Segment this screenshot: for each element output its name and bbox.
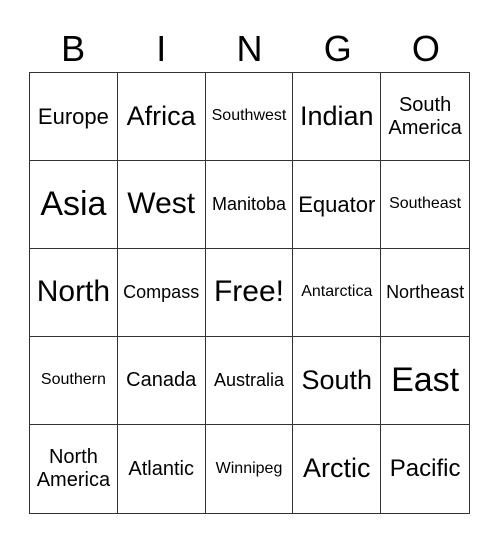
bingo-cell[interactable]: Australia (205, 337, 294, 425)
bingo-cell[interactable]: Equator (293, 161, 382, 249)
bingo-cell[interactable]: South (293, 337, 382, 425)
bingo-cell[interactable]: Southeast (381, 161, 469, 249)
bingo-cell[interactable]: Indian (293, 73, 382, 161)
header-letter-b: B (61, 28, 86, 69)
bingo-cell[interactable]: Europe (30, 73, 118, 161)
bingo-cell[interactable]: Manitoba (205, 161, 294, 249)
free-space-cell[interactable]: Free! (205, 249, 294, 337)
bingo-cell[interactable]: Arctic (293, 425, 382, 513)
bingo-cell[interactable]: Atlantic (118, 425, 206, 513)
bingo-cell[interactable]: North (30, 249, 118, 337)
bingo-cell[interactable]: East (381, 337, 469, 425)
bingo-cell[interactable]: Pacific (381, 425, 469, 513)
bingo-cell[interactable]: Antarctica (293, 249, 382, 337)
header-letter-n: N (236, 28, 263, 69)
bingo-cell[interactable]: Asia (30, 161, 118, 249)
bingo-grid: Europe Africa Southwest Indian South Ame… (29, 72, 470, 514)
bingo-cell[interactable]: South America (381, 73, 469, 161)
bingo-cell[interactable]: Africa (117, 73, 206, 161)
bingo-cell[interactable]: West (117, 161, 206, 249)
bingo-cell[interactable]: Northeast (381, 249, 469, 337)
bingo-cell[interactable]: Southern (30, 337, 118, 425)
header-letter-g: G (323, 28, 352, 69)
bingo-cell[interactable]: Compass (117, 249, 206, 337)
header-letter-i: I (156, 28, 167, 69)
bingo-cell[interactable]: North America (30, 425, 118, 513)
bingo-cell[interactable]: Southwest (205, 73, 294, 161)
bingo-cell[interactable]: Winnipeg (206, 425, 294, 513)
header-letter-o: O (411, 28, 440, 69)
bingo-cell[interactable]: Canada (117, 337, 206, 425)
bingo-header: B I N G O (29, 26, 470, 72)
